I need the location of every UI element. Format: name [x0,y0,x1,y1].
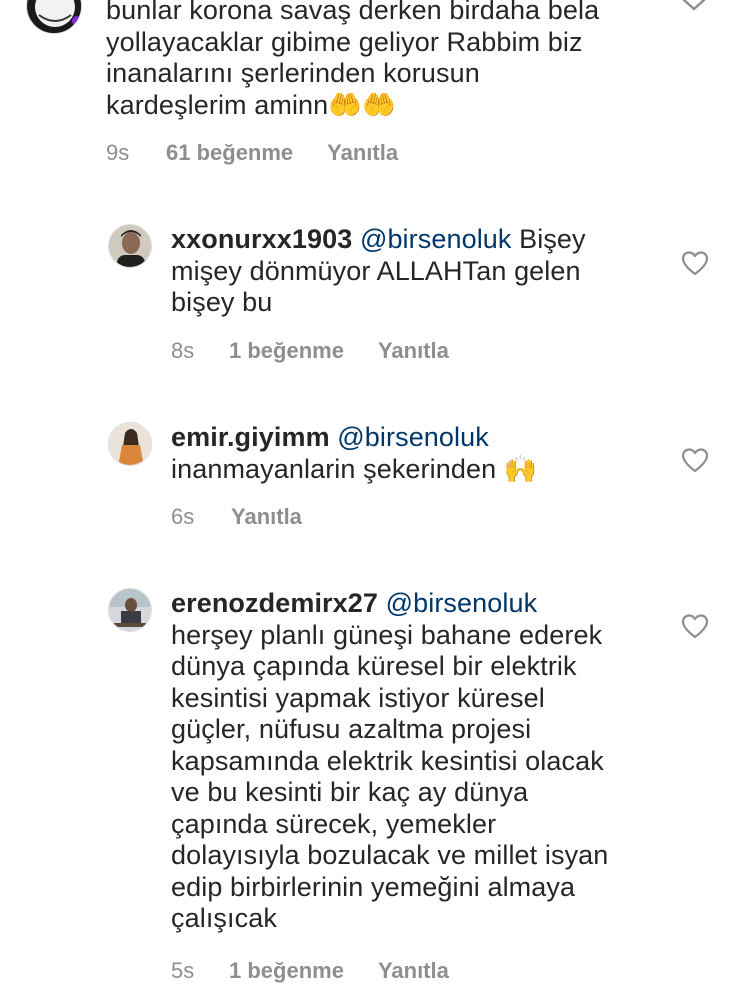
raising-hands-emoji: 🙌 [503,453,538,485]
comment-text: xxonurxx1903 @birsenoluk Bişey mişey dön… [171,224,586,319]
likes-count[interactable]: 1 beğenme [229,958,344,984]
comment-meta: 9s 61 beğenme Yanıtla [106,140,398,166]
avatar[interactable] [108,588,152,632]
comment-line: inanmayanlarin şekerinden 🙌 [171,454,538,486]
comment-line: çapında sürecek, yemekler [171,808,497,839]
heart-icon[interactable] [681,250,709,276]
comment-line: herşey planlı güneşi bahane ederek [171,619,603,650]
mention-link[interactable]: @birsenoluk [360,224,512,254]
avatar-image [109,589,151,631]
avatar[interactable] [26,0,82,34]
chevron-down-icon[interactable] [680,0,708,12]
comment-line: çalışıcak [171,903,277,933]
reply-button[interactable]: Yanıtla [327,140,398,166]
praying-hands-emoji: 🤲🤲 [328,89,396,121]
comment-meta: 8s 1 beğenme Yanıtla [171,338,449,364]
comment-line: inanalarını şerlerinden korusun [106,58,480,88]
comment-line: kapsamında elektrik kesintisi olacak [171,745,604,776]
avatar[interactable] [108,422,152,466]
comment-line: kardeşlerim aminn🤲🤲 [106,90,599,122]
comment-line: dolayısıyla bozulacak ve millet isyan [171,840,609,870]
avatar[interactable] [108,224,152,268]
comment-line: güçler, nüfusu azaltma projesi [171,714,532,744]
comment-line: erenozdemirx27 @birsenoluk [171,588,608,620]
comment-line: ve bu kesinti bir kaç ay dünya [171,777,529,807]
comment-line: edip birbirlerinin yemeğini almaya [171,871,576,902]
comment-text: emir.giyimm @birsenoluk inanmayanlarin ş… [171,422,538,485]
comment-time: 9s [106,140,130,165]
comment-text: bunlar korona savaş derken birdaha bela … [106,0,599,121]
comment-line: bişey bu [171,287,273,317]
heart-icon[interactable] [681,447,709,473]
heart-icon[interactable] [681,613,709,639]
comment-line: mişey dönmüyor ALLAHTan gelen [171,255,581,286]
comment-meta: 6s Yanıtla [171,504,302,530]
comment-username[interactable]: erenozdemirx27 [171,588,378,618]
comment-line: kesintisi yapmak istiyor küresel [171,682,545,713]
comment-line: dünya çapında küresel bir elektrik [171,651,577,681]
comment-time: 5s [171,958,195,983]
comment-line: bunlar korona savaş derken birdaha bela [106,0,600,25]
avatar-image [109,423,151,465]
reply-button[interactable]: Yanıtla [378,338,449,364]
comment-line: emir.giyimm @birsenoluk [171,422,538,454]
comment-line: yollayacaklar gibime geliyor Rabbim biz [106,26,583,57]
comment-username[interactable]: xxonurxx1903 [171,224,352,254]
likes-count[interactable]: 1 beğenme [229,338,344,364]
comment-line-text: Bişey [519,224,586,254]
avatar-image [109,225,151,267]
mention-link[interactable]: @birsenoluk [337,422,489,452]
comment-text: erenozdemirx27 @birsenoluk herşey planlı… [171,588,608,935]
comment-line: xxonurxx1903 @birsenoluk Bişey [171,224,586,256]
comment-username[interactable]: emir.giyimm [171,422,330,452]
comment-time: 6s [171,504,195,529]
likes-count[interactable]: 61 beğenme [166,140,293,166]
comment-meta: 5s 1 beğenme Yanıtla [171,958,449,984]
mention-link[interactable]: @birsenoluk [386,588,538,618]
comment-line-text: inanmayanlarin şekerinden [171,453,497,484]
reply-button[interactable]: Yanıtla [378,958,449,984]
comment-time: 8s [171,338,195,363]
avatar-image [28,0,81,33]
comment-line-text: kardeşlerim aminn [106,89,329,120]
reply-button[interactable]: Yanıtla [231,504,302,530]
